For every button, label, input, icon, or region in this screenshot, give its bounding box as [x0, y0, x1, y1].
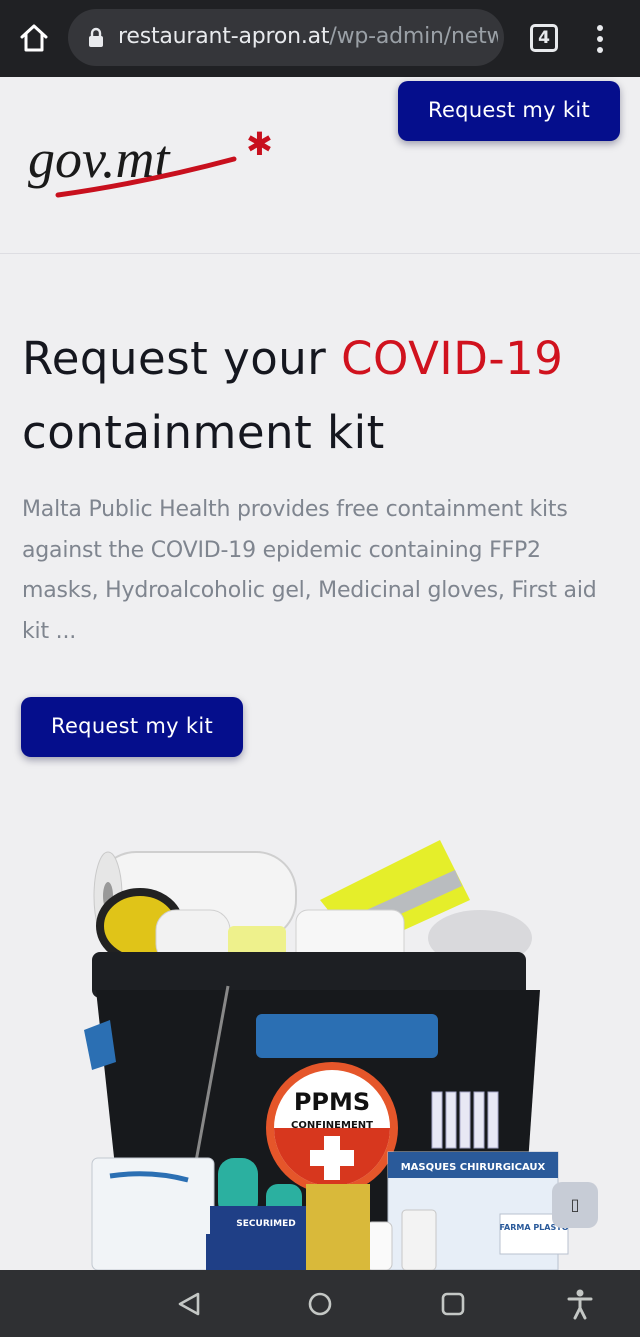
title-part1: Request your [22, 332, 342, 385]
home-circle-icon[interactable] [306, 1290, 334, 1318]
android-nav-bar [0, 1270, 640, 1337]
containment-kit-image: PPMS CONFINEMENT MASQUES CHIRURGICAUX FA… [84, 840, 569, 1270]
maltese-star-icon: ✱ [246, 125, 273, 163]
masques-label: MASQUES CHIRURGICAUX [401, 1162, 546, 1173]
ppms-label: PPMS [294, 1088, 370, 1116]
url-host: restaurant-apron.at [118, 24, 330, 49]
gov-mt-logo[interactable]: gov.mt ✱ [24, 125, 294, 205]
title-accent: COVID-19 [341, 332, 564, 385]
page-title: Request your COVID-19 containment kit [22, 322, 622, 470]
lock-icon [89, 27, 103, 47]
securimed-label: SECURIMED [236, 1219, 295, 1229]
back-icon[interactable] [176, 1290, 202, 1318]
address-bar[interactable]: restaurant-apron.at/wp-admin/netw [68, 9, 504, 66]
page-description: Malta Public Health provides free contai… [22, 497, 597, 644]
site-header: gov.mt ✱ Request my kit [0, 77, 640, 254]
url-text: restaurant-apron.at/wp-admin/netw [118, 24, 498, 49]
overflow-menu-icon[interactable] [592, 24, 608, 54]
url-path: /wp-admin/netw [329, 24, 498, 49]
accessibility-icon[interactable] [566, 1288, 594, 1320]
tabs-button[interactable]: 4 [530, 24, 558, 52]
confinement-label: CONFINEMENT [291, 1120, 373, 1131]
recents-icon[interactable] [440, 1290, 466, 1318]
request-kit-button[interactable]: Request my kit [21, 697, 243, 757]
browser-toolbar: restaurant-apron.at/wp-admin/netw 4 [0, 0, 640, 77]
chat-widget-button[interactable]: ▯ [552, 1182, 598, 1228]
header-request-kit-button[interactable]: Request my kit [398, 81, 620, 141]
home-icon[interactable] [18, 22, 50, 54]
title-part2: containment kit [22, 406, 385, 459]
